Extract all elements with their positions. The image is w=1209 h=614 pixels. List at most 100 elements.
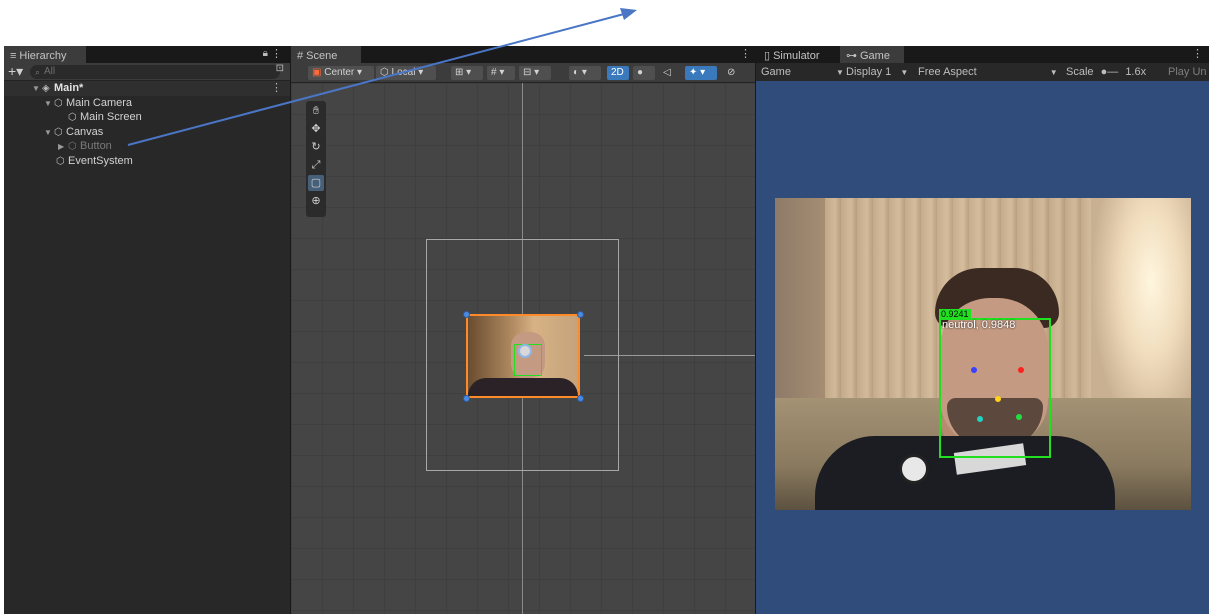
hierarchy-search-input[interactable]: ⌕ All	[30, 65, 280, 79]
panel-menu-icon[interactable]: ⋮	[1192, 47, 1203, 60]
rotate-tool-icon[interactable]: ↻	[308, 139, 324, 155]
hierarchy-tabbar: ≡ Hierarchy 🔒︎ ⋮	[4, 46, 290, 63]
expand-arrow-icon[interactable]: ▼	[32, 82, 42, 97]
gamepad-icon: ⊶	[846, 50, 857, 62]
snap-toggle[interactable]: ⊞ ▾	[451, 66, 483, 80]
tree-item-button[interactable]: ▶ ⬡ Button	[4, 139, 290, 154]
expand-arrow-icon[interactable]: ▼	[44, 97, 54, 112]
audio-toggle[interactable]: ◁	[659, 66, 681, 80]
tab-game[interactable]: ⊶ Game	[840, 46, 904, 63]
tree-item-label: Main Screen	[80, 111, 142, 123]
tab-scene-label: Scene	[306, 49, 338, 62]
webcam-feed: 0.9241 neutrol, 0.9848	[775, 198, 1191, 510]
hierarchy-toolbar: +▾ ⌕ All ⊡	[4, 63, 290, 81]
grid-icon: #	[297, 49, 304, 62]
display-dropdown[interactable]: Display 1 ▼	[846, 65, 908, 80]
scale-tool-icon[interactable]: ⤢	[308, 157, 324, 173]
add-object-button[interactable]: +▾	[8, 63, 23, 80]
transform-tool-icon[interactable]: ⊕	[308, 193, 324, 209]
snap-icon: ⊞	[455, 67, 464, 78]
effects-toggle[interactable]: ✦ ▾	[685, 66, 717, 80]
aspect-label: Free Aspect	[918, 66, 977, 78]
2d-toggle[interactable]: 2D	[607, 66, 629, 80]
tab-simulator-label: Simulator	[773, 49, 820, 62]
pivot-dropdown[interactable]: ▣ Center ▾	[308, 66, 374, 80]
game-viewport: 0.9241 neutrol, 0.9848	[756, 81, 1209, 614]
light-icon: ●	[637, 67, 644, 78]
gameobject-icon: ⬡	[56, 155, 65, 167]
tab-hierarchy-label: Hierarchy	[19, 49, 67, 62]
collapse-arrow-icon[interactable]: ▶	[58, 140, 68, 155]
pivot-icon: ▣	[312, 67, 322, 78]
scale-slider[interactable]: Scale ●— 1.6x	[1066, 65, 1146, 79]
grid-snap-icon: #	[491, 67, 497, 78]
editor-window: ≡ Hierarchy 🔒︎ ⋮ +▾ ⌕ All ⊡ ▼◈Main* ⋮	[4, 46, 1209, 614]
play-label: Play Un	[1168, 66, 1207, 78]
tree-item-main[interactable]: ▼ ◈ Main* ⋮	[4, 81, 290, 96]
tree-item-eventsystem[interactable]: ⬡ EventSystem	[4, 154, 290, 169]
slider-handle-icon[interactable]: ●—	[1101, 66, 1119, 78]
item-menu-icon[interactable]: ⋮	[271, 81, 282, 96]
unity-editor-screenshot: ≡ Hierarchy 🔒︎ ⋮ +▾ ⌕ All ⊡ ▼◈Main* ⋮	[0, 0, 1209, 614]
chevron-down-icon: ▼	[900, 68, 909, 77]
view-mode-dropdown[interactable]: Game ▼	[761, 65, 844, 80]
tree-item-label: Main*	[54, 82, 84, 94]
play-unfocused-dropdown[interactable]: Play Un	[1168, 65, 1207, 79]
rect-tool-icon[interactable]: ▢	[308, 175, 324, 191]
lock-icon[interactable]: 🔒︎	[263, 48, 268, 59]
list-icon: ≡	[10, 49, 17, 62]
panel-menu-icon[interactable]: ⋮	[271, 47, 282, 60]
grid-toggle[interactable]: # ▾	[487, 66, 515, 80]
hidden-objects-toggle[interactable]: ⊘	[723, 66, 755, 80]
eye-off-icon: ⊘	[727, 67, 736, 78]
view-mode-label: Game	[761, 66, 791, 78]
tree-item-label: Button	[80, 140, 112, 152]
landmark-mouth-right	[1016, 414, 1022, 420]
space-label: Local	[391, 67, 416, 78]
rect-handle-top-left[interactable]	[463, 311, 470, 318]
tree-item-main-screen[interactable]: ⬡ Main Screen	[4, 110, 290, 125]
tree-item-label: Canvas	[66, 125, 104, 138]
rect-handle-bottom-left[interactable]	[463, 395, 470, 402]
rect-handle-bottom-right[interactable]	[577, 395, 584, 402]
tab-game-label: Game	[860, 49, 890, 62]
face-bounding-box	[939, 318, 1051, 458]
main-screen-object[interactable]	[466, 314, 580, 398]
expand-arrow-icon[interactable]: ▼	[44, 126, 54, 141]
aspect-dropdown[interactable]: Free Aspect ▼	[918, 65, 1058, 80]
hierarchy-panel: ≡ Hierarchy 🔒︎ ⋮ +▾ ⌕ All ⊡ ▼◈Main* ⋮	[4, 46, 290, 614]
local-icon: ⬡	[380, 67, 389, 78]
shading-mode-dropdown[interactable]: ◐ ▾	[569, 66, 601, 80]
tree-item-canvas[interactable]: ▼ ⬡ Canvas	[4, 125, 290, 140]
unity-scene-icon: ◈	[42, 83, 50, 94]
tree-item-label: EventSystem	[68, 154, 133, 167]
lighting-toggle[interactable]: ●	[633, 66, 655, 80]
space-dropdown[interactable]: ⬡ Local ▾	[376, 66, 436, 80]
scale-label: Scale	[1066, 66, 1094, 78]
scene-visibility-icon[interactable]: ⊡	[276, 63, 284, 74]
gameobject-icon: ⬡	[54, 97, 63, 109]
scale-value: 1.6x	[1125, 66, 1147, 78]
shading-icon: ◐	[573, 67, 580, 78]
hand-tool-icon[interactable]: ✋︎	[308, 103, 324, 119]
game-toolbar: Game ▼ Display 1 ▼ Free Aspect ▼ Scale ●…	[756, 63, 1209, 81]
scene-toolbar: ▣ Center ▾ ⬡ Local ▾ ⊞ ▾ # ▾ ⊟ ▾ ◐ ▾ 2D …	[291, 63, 755, 83]
chevron-down-icon: ▼	[1049, 68, 1058, 77]
tree-item-label: Main Camera	[66, 96, 133, 109]
tree-item-main-camera[interactable]: ▼ ⬡ Main Camera	[4, 96, 290, 111]
emotion-label: neutrol, 0.9848	[942, 319, 1016, 331]
scene-viewport[interactable]: ✋︎ ✥ ↻ ⤢ ▢ ⊕	[291, 83, 755, 614]
detection-score-tag: 0.9241	[939, 309, 971, 319]
game-panel: ▯ Simulator ⊶ Game ⋮ Game ▼ Display 1 ▼	[756, 46, 1209, 614]
search-icon: ⌕	[35, 67, 41, 77]
tab-simulator[interactable]: ▯ Simulator	[758, 46, 838, 63]
rect-handle-top-right[interactable]	[577, 311, 584, 318]
increment-toggle[interactable]: ⊟ ▾	[519, 66, 551, 80]
panel-menu-icon[interactable]: ⋮	[740, 47, 751, 60]
tab-scene[interactable]: # Scene	[291, 46, 361, 63]
gameobject-icon: ⬡	[54, 126, 63, 138]
tab-hierarchy[interactable]: ≡ Hierarchy	[4, 46, 86, 63]
game-tabbar: ▯ Simulator ⊶ Game ⋮	[756, 46, 1209, 63]
move-tool-icon[interactable]: ✥	[308, 121, 324, 137]
scene-tools-overlay: ✋︎ ✥ ↻ ⤢ ▢ ⊕	[306, 101, 326, 217]
